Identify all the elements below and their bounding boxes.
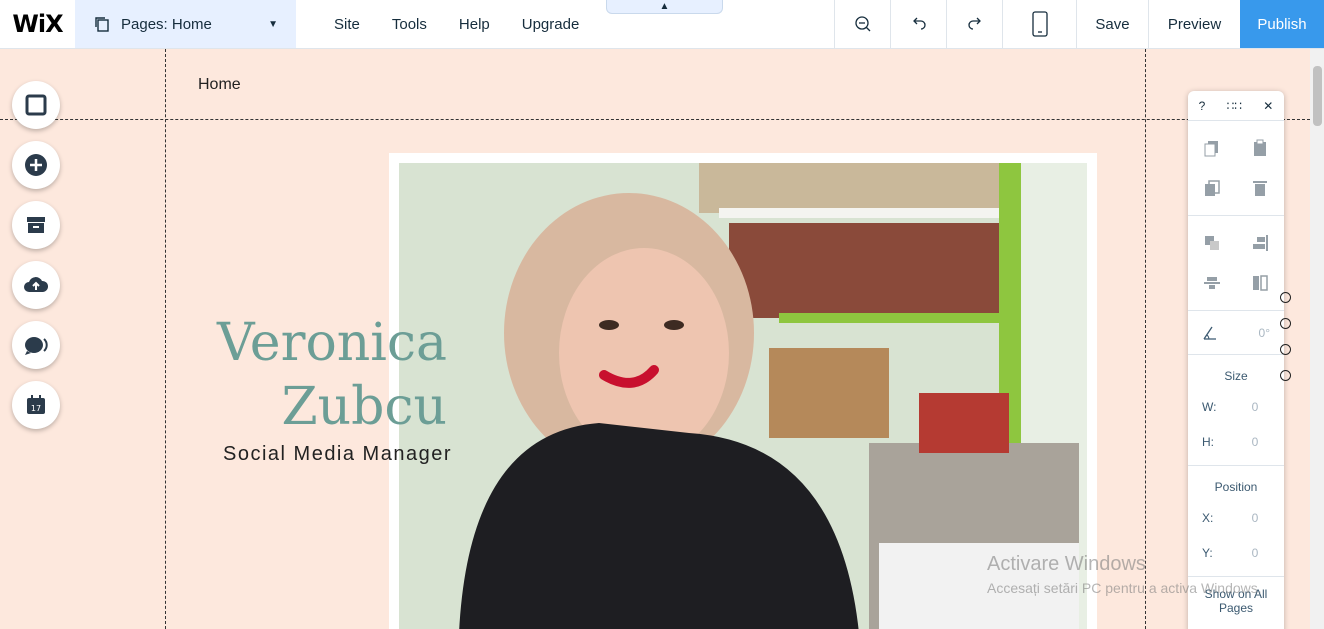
background-icon (25, 94, 47, 116)
pages-dropdown[interactable]: Pages: Home ▼ (75, 0, 296, 48)
right-gridline (1145, 49, 1146, 629)
left-gridline (165, 49, 166, 629)
menu-site[interactable]: Site (318, 16, 376, 33)
store-button[interactable] (12, 201, 60, 249)
clipboard-section (1188, 121, 1284, 216)
resize-handles (1280, 292, 1291, 381)
pages-icon (95, 17, 109, 32)
height-row: H: 0 (1188, 424, 1284, 459)
redo-button[interactable] (946, 0, 1002, 48)
chat-icon (25, 337, 48, 355)
size-section: Size W: 0 H: 0 (1188, 355, 1284, 466)
add-button[interactable] (12, 141, 60, 189)
header-divider-line (0, 119, 1310, 120)
windows-activation-watermark: Activare Windows Accesați setări PC pent… (987, 553, 1262, 596)
arrange-layers-icon[interactable] (1203, 234, 1221, 252)
height-input[interactable]: 0 (1240, 435, 1270, 449)
publish-button[interactable]: Publish (1240, 0, 1324, 48)
arrange-panel: ? ∷∷ ✕ 0° Size W: 0 H: 0 Position X: 0 Y… (1188, 91, 1284, 629)
menu-tools[interactable]: Tools (376, 16, 443, 33)
resize-handle[interactable] (1280, 318, 1291, 329)
wix-logo[interactable]: WiX (0, 0, 75, 48)
page-title: Home (198, 76, 241, 93)
bookings-button[interactable]: 17 (12, 381, 60, 429)
add-icon (25, 154, 47, 176)
menu-upgrade[interactable]: Upgrade (506, 16, 596, 33)
undo-button[interactable] (890, 0, 946, 48)
paste-icon[interactable] (1251, 139, 1269, 157)
chat-button[interactable] (12, 321, 60, 369)
hero-name-line2: Zubcu (281, 377, 447, 437)
scrollbar-thumb[interactable] (1313, 66, 1322, 126)
width-label: W: (1202, 399, 1217, 414)
chevron-down-icon: ▼ (268, 18, 278, 30)
rotate-angle-icon (1203, 326, 1216, 340)
size-title: Size (1224, 369, 1248, 383)
copy-icon[interactable] (1203, 139, 1221, 157)
x-row: X: 0 (1188, 500, 1284, 535)
upload-icon (24, 277, 49, 292)
preview-button[interactable]: Preview (1148, 0, 1240, 48)
resize-handle[interactable] (1280, 344, 1291, 355)
width-input[interactable]: 0 (1240, 400, 1270, 414)
hero-name-line1: Veronica (217, 313, 447, 373)
rotate-value[interactable]: 0° (1259, 326, 1270, 340)
top-menu: Site Tools Help Upgrade (296, 0, 834, 48)
pages-dropdown-label: Pages: Home (121, 15, 212, 33)
x-input[interactable]: 0 (1240, 511, 1270, 525)
background-button[interactable] (12, 81, 60, 129)
close-icon[interactable]: ✕ (1263, 99, 1273, 113)
hero-name[interactable]: Veronica Zubcu (217, 311, 447, 439)
height-label: H: (1202, 434, 1214, 449)
save-button[interactable]: Save (1076, 0, 1148, 48)
upload-button[interactable] (12, 261, 60, 309)
match-size-icon[interactable] (1251, 274, 1269, 292)
store-icon (27, 217, 45, 233)
position-title: Position (1214, 480, 1258, 494)
svg-text:17: 17 (31, 404, 41, 413)
collapse-topbar-tab[interactable]: ▲ (606, 0, 723, 14)
drag-handle-icon[interactable]: ∷∷ (1227, 99, 1242, 113)
distribute-icon[interactable] (1203, 274, 1221, 292)
zoom-out-icon (854, 16, 870, 32)
duplicate-icon[interactable] (1203, 179, 1221, 197)
profile-photo[interactable] (399, 163, 1087, 629)
profile-photo-illustration (399, 163, 1087, 629)
panel-header: ? ∷∷ ✕ (1188, 91, 1284, 121)
resize-handle[interactable] (1280, 370, 1291, 381)
menu-help[interactable]: Help (443, 16, 506, 33)
delete-icon[interactable] (1251, 179, 1269, 197)
hero-role[interactable]: Social Media Manager (223, 443, 452, 466)
calendar-icon: 17 (27, 395, 45, 414)
zoom-out-button[interactable] (834, 0, 890, 48)
x-label: X: (1202, 510, 1214, 525)
mobile-view-button[interactable] (1002, 0, 1076, 48)
help-icon[interactable]: ? (1199, 99, 1206, 113)
width-row: W: 0 (1188, 389, 1284, 424)
mobile-icon (1031, 11, 1048, 37)
left-toolbar: 17 (12, 81, 60, 429)
align-right-icon[interactable] (1251, 234, 1269, 252)
undo-icon (912, 17, 926, 30)
watermark-line1: Activare Windows (987, 553, 1146, 575)
rotate-section: 0° (1188, 311, 1284, 355)
watermark-line2: Accesați setări PC pentru a activa Windo… (987, 580, 1262, 596)
chevron-up-icon: ▲ (659, 1, 670, 12)
arrange-section (1188, 216, 1284, 311)
redo-icon (967, 17, 981, 30)
canvas-scrollbar[interactable] (1310, 49, 1324, 629)
resize-handle[interactable] (1280, 292, 1291, 303)
